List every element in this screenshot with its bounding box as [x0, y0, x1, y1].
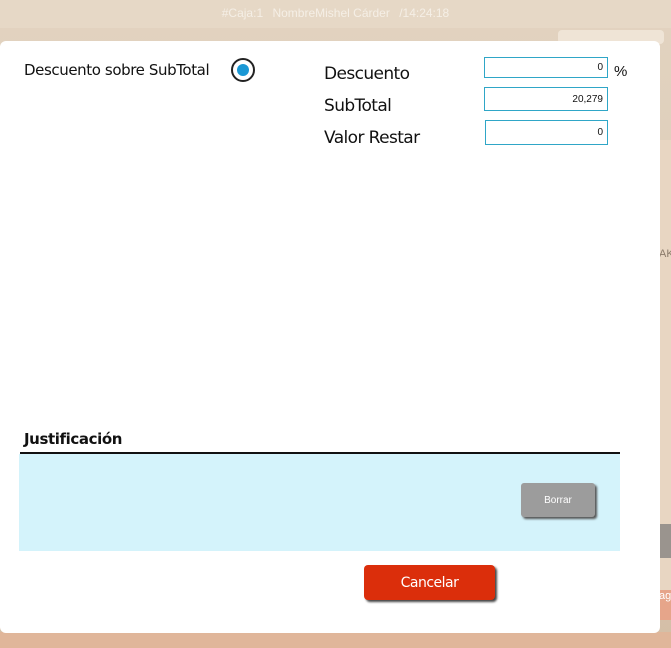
descuento-input[interactable]	[484, 57, 608, 78]
justificacion-title: Justificación	[24, 430, 122, 448]
discount-subtotal-radio[interactable]	[231, 58, 255, 82]
background-caja-label: #Caja:1	[221, 6, 264, 20]
cancelar-button[interactable]: Cancelar	[364, 565, 495, 600]
background-bottom-strip	[0, 632, 671, 648]
subtotal-input[interactable]	[484, 87, 608, 111]
background-right-gray-block	[659, 524, 671, 558]
background-user-name: NombreMishel Cárder	[272, 6, 390, 20]
percent-symbol: %	[614, 63, 628, 80]
background-time: /14:24:18	[399, 6, 450, 20]
valor-restar-input[interactable]	[485, 120, 608, 145]
discount-option-label: Descuento sobre SubTotal	[24, 61, 210, 79]
subtotal-label: SubTotal	[324, 96, 392, 116]
background-right-text: AK	[659, 248, 671, 260]
background-right-orange-button: ag	[659, 590, 671, 620]
valor-restar-label: Valor Restar	[324, 128, 420, 148]
borrar-button[interactable]: Borrar	[521, 483, 595, 517]
background-header: #Caja:1 NombreMishel Cárder /14:24:18	[0, 0, 671, 28]
descuento-label: Descuento	[324, 64, 410, 84]
